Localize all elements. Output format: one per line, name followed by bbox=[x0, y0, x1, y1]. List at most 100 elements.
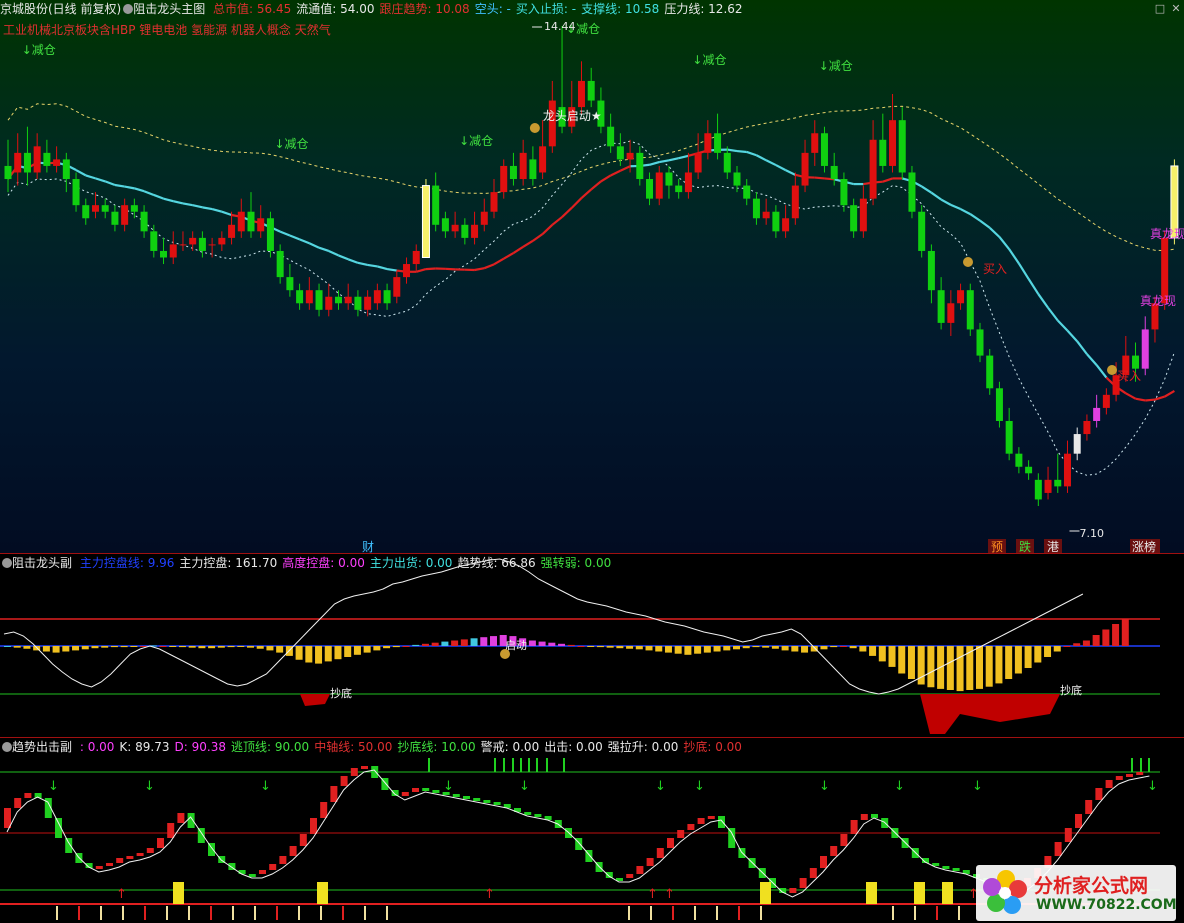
dragon-start-label: 龙头启动★ bbox=[543, 109, 602, 123]
candle-body bbox=[762, 211, 770, 219]
indicator-menu-icon[interactable] bbox=[123, 4, 134, 14]
start-label: 启动 bbox=[505, 639, 527, 652]
candle-body bbox=[403, 264, 411, 278]
minimize-icon[interactable]: □ bbox=[1154, 3, 1166, 15]
money-bag-icon bbox=[529, 123, 540, 133]
candle-body bbox=[198, 237, 206, 251]
signal-tick bbox=[716, 906, 718, 920]
trend-line-segment bbox=[551, 216, 563, 226]
signal-tick bbox=[650, 906, 652, 920]
control-bar bbox=[1063, 646, 1071, 647]
control-bar bbox=[363, 646, 371, 653]
trend-line-segment bbox=[678, 154, 689, 160]
candle-body bbox=[140, 211, 148, 232]
kdj-segment bbox=[1115, 776, 1123, 780]
candle-body bbox=[354, 296, 362, 310]
control-bar bbox=[1053, 646, 1061, 652]
candle-body bbox=[461, 224, 469, 238]
signal-tick bbox=[628, 906, 630, 920]
candle-body bbox=[43, 152, 51, 166]
reduce-position-label: ↓减仓 bbox=[459, 134, 493, 148]
kdj-segment bbox=[330, 786, 338, 802]
kdj-segment bbox=[422, 788, 430, 791]
kdj-field-3: 逃顶线: 90.00 bbox=[230, 740, 310, 754]
candle-body bbox=[121, 205, 129, 225]
trend-line-segment bbox=[1017, 262, 1030, 280]
strong-signal-block bbox=[914, 882, 925, 904]
strong-signal-block bbox=[942, 882, 953, 904]
kdj-indicator-name[interactable]: 趋势出击副 bbox=[12, 740, 72, 754]
candle-body bbox=[976, 329, 984, 356]
kdj-segment bbox=[840, 834, 848, 846]
kdj-segment bbox=[534, 814, 542, 817]
trend-line-segment bbox=[289, 234, 301, 241]
candle-body bbox=[539, 146, 547, 173]
kdj-segment bbox=[361, 766, 368, 769]
trend-line-segment bbox=[95, 177, 106, 183]
candle-body bbox=[509, 165, 517, 180]
close-icon[interactable]: ✕ bbox=[1170, 3, 1182, 15]
candle-body bbox=[62, 159, 70, 180]
candle-body bbox=[927, 250, 935, 291]
trend-line-segment bbox=[969, 213, 981, 222]
main-field-2: 跟庄趋势: 10.08 bbox=[379, 2, 470, 16]
control-bar bbox=[664, 646, 672, 653]
control-bar bbox=[266, 646, 274, 651]
trend-line-segment bbox=[580, 188, 592, 199]
concept-tags: 工业机械北京板块含HBP 锂电电池 氢能源 机器人概念 天然气 bbox=[3, 23, 331, 37]
signal-tick bbox=[546, 758, 548, 772]
control-bar bbox=[178, 646, 186, 648]
kdj-segment bbox=[830, 846, 838, 856]
candle-body bbox=[500, 165, 508, 193]
signal-tick bbox=[386, 906, 388, 920]
signal-tick bbox=[503, 758, 505, 772]
escape-arrow-icon: ↓ bbox=[1147, 779, 1158, 794]
indicator-menu-icon[interactable] bbox=[2, 558, 12, 568]
control-bar bbox=[198, 646, 206, 649]
kdj-field-2: D: 90.38 bbox=[174, 740, 226, 754]
stock-name[interactable]: 京城股份(日线 前复权) bbox=[0, 2, 121, 16]
signal-tick bbox=[536, 758, 538, 772]
control-bar bbox=[869, 646, 877, 656]
indicator-menu-icon[interactable] bbox=[2, 742, 12, 752]
candle-body bbox=[276, 250, 284, 278]
kdj-segment bbox=[1054, 842, 1062, 856]
kdj-segment bbox=[1105, 780, 1113, 788]
kdj-field-8: 强拉升: 0.00 bbox=[607, 740, 679, 754]
trend-line-segment bbox=[649, 161, 660, 166]
kdj-segment bbox=[391, 790, 399, 796]
control-bar bbox=[1121, 618, 1129, 646]
kdj-segment bbox=[289, 846, 297, 856]
candle-body bbox=[266, 218, 274, 251]
bottom-buy-label: 抄底 bbox=[1060, 683, 1082, 697]
candle-body bbox=[23, 152, 31, 173]
trend-line-segment bbox=[998, 236, 1011, 250]
control-bar bbox=[120, 646, 128, 648]
main-chart-panel[interactable]: ↓减仓 ↓减仓 ↓减仓 ↓减仓 ↓减仓 ↓减仓 龙头启动★ 14.44 7.10 真龙现 真龙现 买入… bbox=[0, 0, 1184, 553]
control-bar bbox=[256, 646, 264, 649]
candle-body bbox=[646, 179, 654, 199]
main-indicator-name[interactable]: 阻击龙头主图 bbox=[133, 2, 205, 16]
kdj-field-4: 中轴线: 50.00 bbox=[314, 740, 393, 754]
bottom-area bbox=[300, 694, 330, 706]
reduce-position-label: ↓减仓 bbox=[274, 137, 308, 151]
kdj-segment bbox=[860, 814, 868, 820]
sub-indicator-name[interactable]: 阻击龙头副 bbox=[12, 556, 72, 570]
control-bar bbox=[888, 646, 896, 667]
kdj-segment bbox=[789, 888, 797, 893]
candle-body bbox=[937, 290, 945, 323]
candle-body bbox=[315, 290, 323, 310]
trend-line-segment bbox=[979, 219, 991, 229]
kdj-segment bbox=[707, 816, 715, 819]
trend-line-segment bbox=[445, 267, 456, 271]
trend-line-segment bbox=[960, 208, 971, 216]
candlestick-chart[interactable]: ↓减仓↓减仓 ↓减仓↓减仓 ↓减仓↓减仓龙头启动★14.447.10真龙现真龙现买入… bbox=[0, 0, 1184, 553]
sub-indicator-panel[interactable]: 抄底 抄底 启动 阻击龙头副 主力控盘线: 9.96 主力控盘: 161.70 高度控盘… bbox=[0, 554, 1184, 737]
candle-body bbox=[791, 185, 799, 219]
sub-indicator-chart[interactable]: 抄底 抄底 启动 bbox=[0, 554, 1184, 737]
candle-body bbox=[879, 139, 887, 166]
trend-line-segment bbox=[377, 265, 388, 271]
trend-line-segment bbox=[75, 169, 87, 177]
control-bar bbox=[188, 646, 196, 648]
signal-tick bbox=[56, 906, 58, 920]
